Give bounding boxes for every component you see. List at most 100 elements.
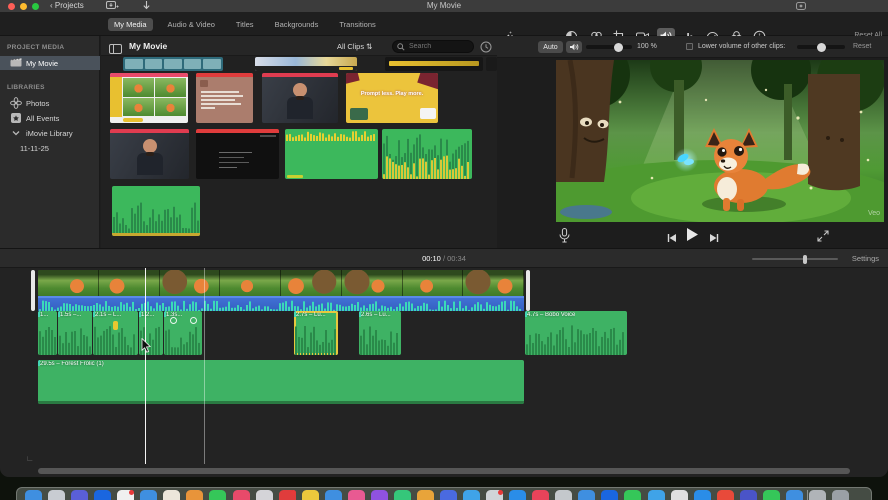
dock-app-icon[interactable] [532, 490, 550, 500]
tab-my-media[interactable]: My Media [108, 17, 153, 31]
dock-app-icon[interactable] [94, 490, 112, 500]
dock-app-icon[interactable] [670, 490, 688, 500]
dock-app-icon[interactable] [301, 490, 319, 500]
dock-app-icon[interactable] [555, 490, 573, 500]
previous-frame-icon[interactable] [667, 230, 677, 248]
video-clip-filmstrip[interactable] [38, 270, 524, 296]
timeline-zoom-slider[interactable] [752, 258, 838, 260]
tab-audio-video[interactable]: Audio & Video [162, 18, 221, 31]
dock-app-icon[interactable] [232, 490, 250, 500]
dock-app-icon[interactable] [278, 490, 296, 500]
media-thumbnail-promo-yellow[interactable]: Prompt less. Play more. [346, 73, 438, 123]
media-thumbnail-document[interactable] [196, 73, 253, 123]
dock-app-icon[interactable] [324, 490, 342, 500]
dock-app-icon[interactable] [71, 490, 89, 500]
media-thumbnail-audio-tall[interactable] [382, 129, 472, 179]
viewer-video[interactable]: Veo [556, 60, 884, 222]
dock-app-icon[interactable] [601, 490, 619, 500]
clip-edge-handle-right[interactable] [526, 270, 530, 311]
clip-label: 29.5s – Forest Frolic (1) [40, 361, 104, 367]
recent-clips-icon[interactable] [480, 40, 492, 58]
sidebar-item-my-movie[interactable]: My Movie [0, 56, 100, 70]
timeline-settings-button[interactable]: Settings [852, 254, 879, 263]
music-clip-29-5s-forest-frolic-1[interactable]: 29.5s – Forest Frolic (1) [38, 360, 524, 404]
dock-app-icon[interactable] [25, 490, 42, 500]
tab-backgrounds[interactable]: Backgrounds [269, 18, 325, 31]
play-icon[interactable] [685, 227, 699, 247]
sound-clip-1-5s[interactable]: 1.5s –... [58, 311, 92, 355]
voiceover-mic-icon[interactable] [559, 228, 570, 248]
video-clip-audio-strip[interactable] [38, 296, 524, 311]
sound-clip-2-1s-l[interactable]: 2.1s – L... [93, 311, 138, 355]
media-thumbnail-talking-head[interactable] [110, 129, 189, 179]
playhead-line[interactable] [145, 268, 146, 464]
dock-app-icon[interactable] [463, 490, 481, 500]
media-thumbnail-strip-dark-yellow[interactable] [385, 57, 483, 71]
lower-volume-checkbox[interactable] [686, 43, 693, 50]
dock-app-icon[interactable] [624, 490, 642, 500]
timeline-scrollbar[interactable] [38, 468, 850, 474]
dock-app-icon[interactable] [393, 490, 411, 500]
media-thumbnail-talking-head[interactable] [262, 73, 338, 123]
sidebar-item-11-11-25[interactable]: 11-11-25 [0, 141, 100, 155]
sound-clip-4-7s-bobo-voice[interactable]: 4.7s – Bobo Voice [525, 311, 627, 355]
dock-app-icon[interactable] [209, 490, 227, 500]
sidebar-item-photos[interactable]: Photos [0, 96, 100, 110]
tab-titles[interactable]: Titles [230, 18, 260, 31]
auto-volume-button[interactable]: Auto [538, 41, 563, 53]
sidebar-item-all-events[interactable]: All Events [0, 111, 100, 125]
search-field[interactable] [392, 39, 474, 53]
dock-app-icon[interactable] [785, 490, 803, 500]
dock-app-icon[interactable] [693, 490, 711, 500]
clips-filter-dropdown[interactable]: All Clips ⇅ [337, 42, 372, 51]
dock-app-icon[interactable] [347, 490, 365, 500]
dock-app-icon[interactable] [486, 490, 504, 500]
reset-volume-button[interactable]: Reset [853, 43, 871, 50]
media-thumbnail-strip-frames[interactable] [123, 57, 223, 71]
tab-transitions[interactable]: Transitions [333, 18, 381, 31]
clip-edge-handle-left[interactable] [31, 270, 35, 311]
dock-app-icon[interactable] [117, 490, 135, 500]
dock-app-icon[interactable] [509, 490, 527, 500]
dock-app-icon[interactable] [716, 490, 734, 500]
volume-slider-knob[interactable] [614, 42, 623, 52]
sidebar-toggle-icon[interactable] [109, 41, 122, 59]
search-input[interactable] [409, 41, 469, 52]
volume-slider[interactable] [586, 45, 632, 49]
mute-button[interactable] [566, 41, 582, 53]
dock-app-icon[interactable] [440, 490, 457, 500]
dock-app-icon[interactable] [416, 490, 434, 500]
timeline-zoom-knob[interactable] [803, 254, 807, 264]
ducking-slider-knob[interactable] [817, 42, 826, 52]
next-frame-icon[interactable] [709, 230, 719, 248]
dock-app-icon[interactable] [255, 490, 273, 500]
dock-app-icon[interactable] [647, 490, 665, 500]
dock-app-icon[interactable] [163, 490, 181, 500]
dock-app-icon[interactable] [808, 490, 826, 500]
dock-app-icon[interactable] [762, 490, 780, 500]
dock-app-icon[interactable] [370, 490, 388, 500]
sound-clip-2-6s-lu[interactable]: 2.6s – Lu... [359, 311, 401, 355]
sound-clip-1-3s[interactable]: 1.3s... [164, 311, 202, 355]
sound-clip-2-7s-lu[interactable]: 2.7s – Lu... [294, 311, 338, 355]
filmstrip-frame [159, 270, 221, 296]
dock-app-icon[interactable] [739, 490, 757, 500]
dock-app-icon[interactable] [831, 490, 849, 500]
dock-app-icon[interactable] [48, 490, 66, 500]
media-thumbnail-strip-gradient[interactable] [255, 57, 357, 71]
fade-handle-icon[interactable] [190, 317, 197, 324]
dock-app-icon[interactable] [140, 490, 158, 500]
record-indicator-icon[interactable] [796, 2, 806, 12]
dock-app-icon[interactable] [186, 490, 204, 500]
sound-clip-1[interactable]: 1... [38, 311, 57, 355]
media-thumbnail-audio-yellow-top[interactable] [285, 129, 378, 179]
volume-controls-row: Auto 100 % Lower volume of other clips: … [497, 36, 888, 58]
media-thumbnail-audio-wave[interactable] [112, 186, 200, 236]
sidebar-item-imovie-library[interactable]: iMovie Library [0, 126, 100, 140]
media-thumbnail-strip-dark[interactable] [486, 57, 497, 71]
fade-handle-icon[interactable] [170, 317, 177, 324]
dock-app-icon[interactable] [578, 490, 596, 500]
fullscreen-icon[interactable] [817, 229, 829, 247]
media-thumbnail-terminal[interactable] [196, 129, 279, 179]
media-thumbnail-fox-grid[interactable] [110, 73, 188, 123]
